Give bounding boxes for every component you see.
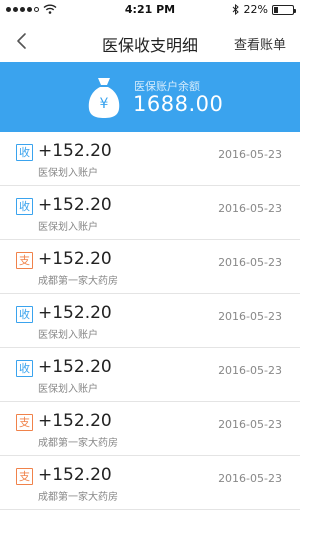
transaction-row[interactable]: 支 +152.20 成都第一家大药房 2016-05-23 [0, 456, 300, 510]
transaction-date: 2016-05-23 [218, 364, 282, 377]
transaction-amount: +152.20 [38, 411, 112, 431]
transaction-description: 医保划入账户 [38, 222, 98, 233]
transaction-row[interactable]: 收 +152.20 医保划入账户 2016-05-23 [0, 132, 300, 186]
transaction-description: 成都第一家大药房 [38, 492, 118, 503]
money-bag-glyph: ¥ [100, 96, 109, 112]
money-bag-icon: ¥ [88, 78, 120, 118]
income-tag: 收 [16, 306, 33, 323]
transaction-row[interactable]: 收 +152.20 医保划入账户 2016-05-23 [0, 348, 300, 402]
transaction-date: 2016-05-23 [218, 472, 282, 485]
battery-icon [272, 4, 296, 15]
status-right: 22% [232, 3, 296, 16]
transaction-amount: +152.20 [38, 249, 112, 269]
transaction-description: 成都第一家大药房 [38, 276, 118, 287]
income-tag: 收 [16, 360, 33, 377]
income-tag: 收 [16, 144, 33, 161]
bluetooth-icon [232, 4, 239, 15]
transaction-date: 2016-05-23 [218, 310, 282, 323]
transaction-amount: +152.20 [38, 195, 112, 215]
balance-value: 1688.00 [133, 92, 224, 116]
transaction-date: 2016-05-23 [218, 256, 282, 269]
balance-banner: ¥ 医保账户余额 1688.00 [0, 62, 300, 132]
transaction-amount: +152.20 [38, 465, 112, 485]
battery-fill [274, 6, 278, 13]
transaction-description: 医保划入账户 [38, 330, 98, 341]
expense-tag: 支 [16, 252, 33, 269]
expense-tag: 支 [16, 468, 33, 485]
transaction-row[interactable]: 支 +152.20 成都第一家大药房 2016-05-23 [0, 402, 300, 456]
income-tag: 收 [16, 198, 33, 215]
transaction-row[interactable]: 支 +152.20 成都第一家大药房 2016-05-23 [0, 240, 300, 294]
transaction-description: 医保划入账户 [38, 168, 98, 179]
status-bar: 4:21 PM 22% [0, 0, 300, 20]
transaction-row[interactable]: 收 +152.20 医保划入账户 2016-05-23 [0, 294, 300, 348]
transaction-description: 医保划入账户 [38, 384, 98, 395]
transaction-description: 成都第一家大药房 [38, 438, 118, 449]
transaction-date: 2016-05-23 [218, 148, 282, 161]
battery-percent: 22% [243, 3, 268, 16]
transaction-list: 收 +152.20 医保划入账户 2016-05-23 收 +152.20 医保划入账户 20… [0, 132, 300, 510]
transaction-amount: +152.20 [38, 141, 112, 161]
expense-tag: 支 [16, 414, 33, 431]
transaction-row[interactable]: 收 +152.20 医保划入账户 2016-05-23 [0, 186, 300, 240]
transaction-date: 2016-05-23 [218, 418, 282, 431]
transaction-amount: +152.20 [38, 303, 112, 323]
view-bill-button[interactable]: 查看账单 [234, 34, 286, 53]
transaction-date: 2016-05-23 [218, 202, 282, 215]
transaction-amount: +152.20 [38, 357, 112, 377]
nav-bar: 医保收支明细 查看账单 [0, 20, 300, 62]
